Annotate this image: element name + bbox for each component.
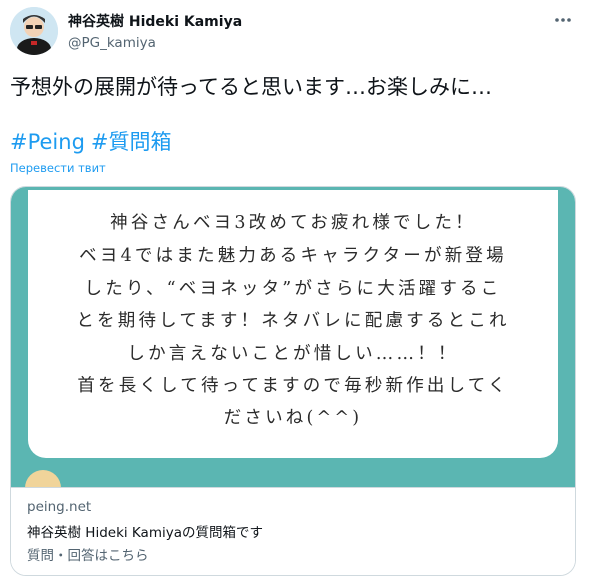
hashtags: #Peing #質問箱 [10,127,172,157]
author-avatar[interactable] [10,7,58,55]
card-description: 質問・回答はこちら [27,548,149,564]
note-line: 首を長くして待ってますので毎秒新作出してく [77,376,509,396]
author-name[interactable]: 神谷英樹 Hideki Kamiya [68,13,242,31]
question-note: 神谷さんベヨ3改めてお疲れ様でした！ ベヨ4ではまた魅力あるキャラクターが新登場… [28,190,558,458]
note-line: 神谷さんベヨ3改めてお疲れ様でした！ [110,213,476,233]
card-title: 神谷英樹 Hideki Kamiyaの質問箱です [27,525,263,541]
hashtag-question-box[interactable]: #質問箱 [91,130,172,154]
note-line: ださいね(^^) [223,408,363,428]
note-line: とを期待してます！ネタバレに配慮するとこれ [76,311,510,331]
link-card[interactable]: 神谷さんベヨ3改めてお疲れ様でした！ ベヨ4ではまた魅力あるキャラクターが新登場… [10,186,576,576]
translate-tweet-link[interactable]: Перевести твит [10,161,106,175]
note-line: しか言えないことが惜しい……！！ [127,344,459,364]
note-line: したり、“ベヨネッタ”がさらに大活躍するこ [84,279,502,299]
more-icon[interactable] [553,10,573,34]
card-domain: peing.net [27,499,92,515]
note-line: ベヨ4ではまた魅力あるキャラクターが新登場 [79,246,507,266]
card-meta[interactable]: peing.net 神谷英樹 Hideki Kamiyaの質問箱です 質問・回答… [11,487,575,575]
author-handle[interactable]: @PG_kamiya [68,33,242,53]
author-block: 神谷英樹 Hideki Kamiya @PG_kamiya [68,13,242,53]
hashtag-peing[interactable]: #Peing [10,130,85,154]
card-image[interactable]: 神谷さんベヨ3改めてお疲れ様でした！ ベヨ4ではまた魅力あるキャラクターが新登場… [11,187,575,487]
tweet-text: 予想外の展開が待ってると思います…お楽しみに… [10,75,492,99]
